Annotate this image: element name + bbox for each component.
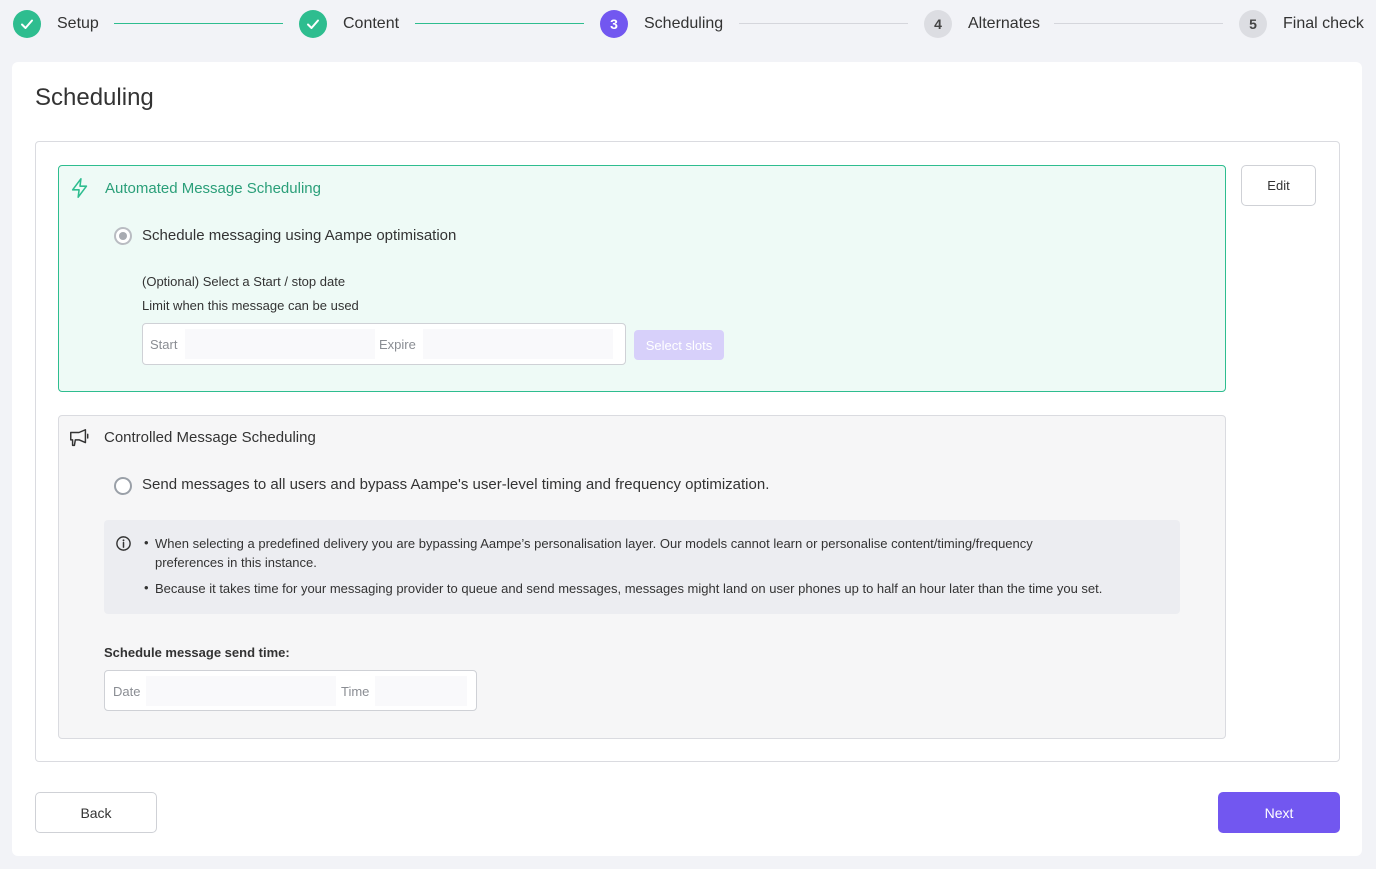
info-bullet-1: When selecting a predefined delivery you… — [155, 534, 1033, 572]
expire-label: Expire — [379, 337, 416, 352]
step-content[interactable]: Content — [299, 10, 399, 38]
step-connector — [739, 23, 908, 24]
lightning-icon — [69, 177, 91, 199]
info-bullet-2: Because it takes time for your messaging… — [155, 581, 1103, 596]
progress-stepper: Setup Content 3 Scheduling 4 Alternates … — [0, 0, 1376, 48]
start-label: Start — [150, 337, 178, 352]
step-final-check[interactable]: 5 Final check — [1239, 10, 1364, 38]
step-connector — [415, 23, 584, 24]
step-label: Setup — [57, 15, 99, 32]
step-number: 3 — [600, 10, 628, 38]
scheduling-card: Scheduling Automated Message Scheduling … — [12, 62, 1362, 856]
info-line: preferences in this instance. — [155, 555, 317, 570]
step-setup[interactable]: Setup — [13, 10, 99, 38]
info-icon — [115, 535, 132, 552]
select-slots-button[interactable]: Select slots — [634, 330, 724, 360]
page-title: Scheduling — [35, 84, 154, 111]
info-line: When selecting a predefined delivery you… — [155, 536, 1033, 551]
optional-date-text: (Optional) Select a Start / stop date — [142, 274, 346, 289]
step-connector — [114, 23, 283, 24]
step-scheduling[interactable]: 3 Scheduling — [600, 10, 723, 38]
aampe-optimisation-radio[interactable] — [114, 227, 132, 245]
check-icon — [13, 10, 41, 38]
bullet-dot: • — [144, 535, 149, 550]
next-button[interactable]: Next — [1218, 792, 1340, 833]
step-label: Alternates — [968, 15, 1041, 32]
radio-label: Schedule messaging using Aampe optimisat… — [142, 227, 457, 244]
controlled-scheduling-section: Controlled Message Scheduling Send messa… — [58, 415, 1226, 739]
step-number: 5 — [1239, 10, 1267, 38]
step-connector — [1054, 23, 1223, 24]
section-title: Automated Message Scheduling — [105, 180, 321, 197]
step-label: Content — [343, 15, 400, 32]
scheduling-options: Automated Message Scheduling Schedule me… — [35, 141, 1340, 762]
bypass-optimization-radio[interactable] — [114, 477, 132, 495]
back-button[interactable]: Back — [35, 792, 157, 833]
bullet-dot: • — [144, 580, 149, 595]
check-icon — [299, 10, 327, 38]
step-label: Final check — [1283, 15, 1364, 32]
step-alternates[interactable]: 4 Alternates — [924, 10, 1040, 38]
automated-scheduling-section: Automated Message Scheduling Schedule me… — [58, 165, 1226, 392]
megaphone-icon — [68, 427, 90, 449]
time-label: Time — [341, 684, 370, 699]
send-time-label: Schedule message send time: — [104, 645, 290, 660]
date-time-picker[interactable]: Date Time — [104, 670, 477, 711]
time-input[interactable] — [375, 676, 467, 706]
limit-text: Limit when this message can be used — [142, 298, 359, 313]
step-label: Scheduling — [644, 15, 724, 32]
date-input[interactable] — [146, 676, 336, 706]
date-label: Date — [113, 684, 141, 699]
date-range-picker[interactable]: Start Expire — [142, 323, 626, 365]
edit-button[interactable]: Edit — [1241, 165, 1316, 206]
start-date-input[interactable] — [185, 329, 375, 359]
radio-label: Send messages to all users and bypass Aa… — [142, 476, 770, 493]
info-notice: • When selecting a predefined delivery y… — [104, 520, 1180, 614]
expire-date-input[interactable] — [423, 329, 613, 359]
section-title: Controlled Message Scheduling — [104, 429, 316, 446]
step-number: 4 — [924, 10, 952, 38]
